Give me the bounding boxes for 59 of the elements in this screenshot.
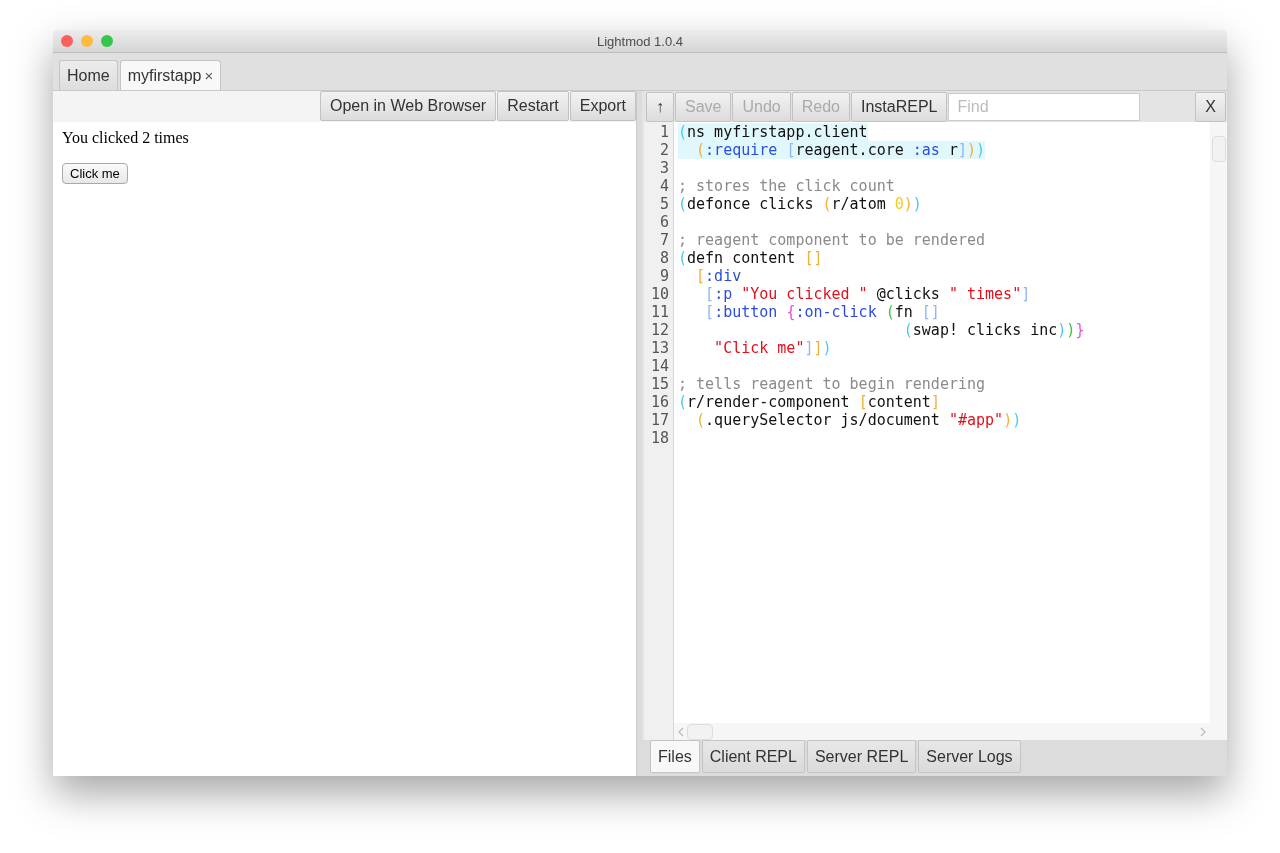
preview-text: You clicked 2 times: [62, 129, 190, 147]
code-line: [:div: [695, 267, 742, 285]
toolbar-button: Undo: [732, 91, 791, 122]
tab[interactable]: Server Logs: [918, 740, 1021, 773]
scroll-right-icon[interactable]: [1200, 726, 1206, 737]
toolbar-button: Save: [675, 91, 732, 122]
line-number: 9: [658, 267, 670, 285]
code-line: [:button {:on-click (fn []: [704, 303, 940, 321]
line-number: 12: [649, 321, 670, 339]
scroll-left-icon[interactable]: [678, 726, 684, 737]
toolbar-button: Redo: [791, 91, 850, 122]
line-number: 8: [658, 249, 670, 267]
toolbar-button[interactable]: Export: [569, 91, 636, 121]
line-number: 1: [658, 123, 670, 141]
scroll-thumb[interactable]: [1211, 136, 1226, 162]
line-number: 15: [649, 375, 670, 393]
find-field[interactable]: Find: [948, 92, 1141, 121]
window-title: Lightmod 1.0.4: [597, 33, 683, 49]
code-line: [:p "You clicked " @clicks " times"]: [704, 285, 1031, 303]
code-line: (defn content []: [678, 249, 823, 267]
click-me-button[interactable]: Click me: [62, 163, 128, 184]
toolbar-button[interactable]: ↑: [646, 91, 674, 122]
toolbar-button[interactable]: InstaREPL: [850, 91, 948, 122]
zoom-window-icon[interactable]: [101, 35, 113, 47]
close-window-icon[interactable]: [61, 35, 73, 47]
line-number: 7: [658, 231, 670, 249]
code-line: (.querySelector js/document "#app")): [695, 411, 1022, 429]
code-line: (r/render-component [content]: [678, 393, 940, 411]
line-number: 3: [658, 159, 670, 177]
line-number: 2: [658, 141, 670, 159]
tab[interactable]: Server REPL: [806, 740, 917, 773]
line-number: 10: [649, 285, 670, 303]
code-line: ; stores the click count: [678, 177, 895, 195]
code-line: "Click me"]]): [713, 339, 832, 357]
code-line: (swap! clicks inc))}: [902, 321, 1085, 339]
line-number: 13: [649, 339, 670, 357]
tab[interactable]: Files: [650, 740, 700, 773]
tab[interactable]: myfirstapp ×: [119, 60, 222, 90]
toolbar-button[interactable]: Restart: [497, 91, 569, 121]
line-number: 17: [649, 411, 670, 429]
line-number: 4: [658, 177, 670, 195]
vertical-scrollbar[interactable]: [1210, 122, 1227, 740]
scroll-thumb[interactable]: [687, 723, 713, 740]
line-number: 14: [649, 357, 670, 375]
code-line: ; tells reagent to begin rendering: [678, 375, 986, 393]
tab[interactable]: Home: [59, 60, 118, 90]
line-number: 18: [649, 429, 670, 447]
close-tab-icon[interactable]: ×: [204, 67, 214, 84]
line-number: 11: [649, 303, 670, 321]
tab[interactable]: Client REPL: [701, 740, 805, 773]
code-line: (defonce clicks (r/atom 0)): [678, 195, 922, 213]
minimize-window-icon[interactable]: [81, 35, 93, 47]
close-button[interactable]: X: [1195, 91, 1226, 122]
line-number: 5: [658, 195, 670, 213]
toolbar-button[interactable]: Open in Web Browser: [319, 91, 497, 121]
horizontal-scrollbar[interactable]: [674, 723, 1210, 740]
code-line: ; reagent component to be rendered: [678, 231, 986, 249]
line-number: 6: [658, 213, 670, 231]
line-number: 16: [649, 393, 670, 411]
